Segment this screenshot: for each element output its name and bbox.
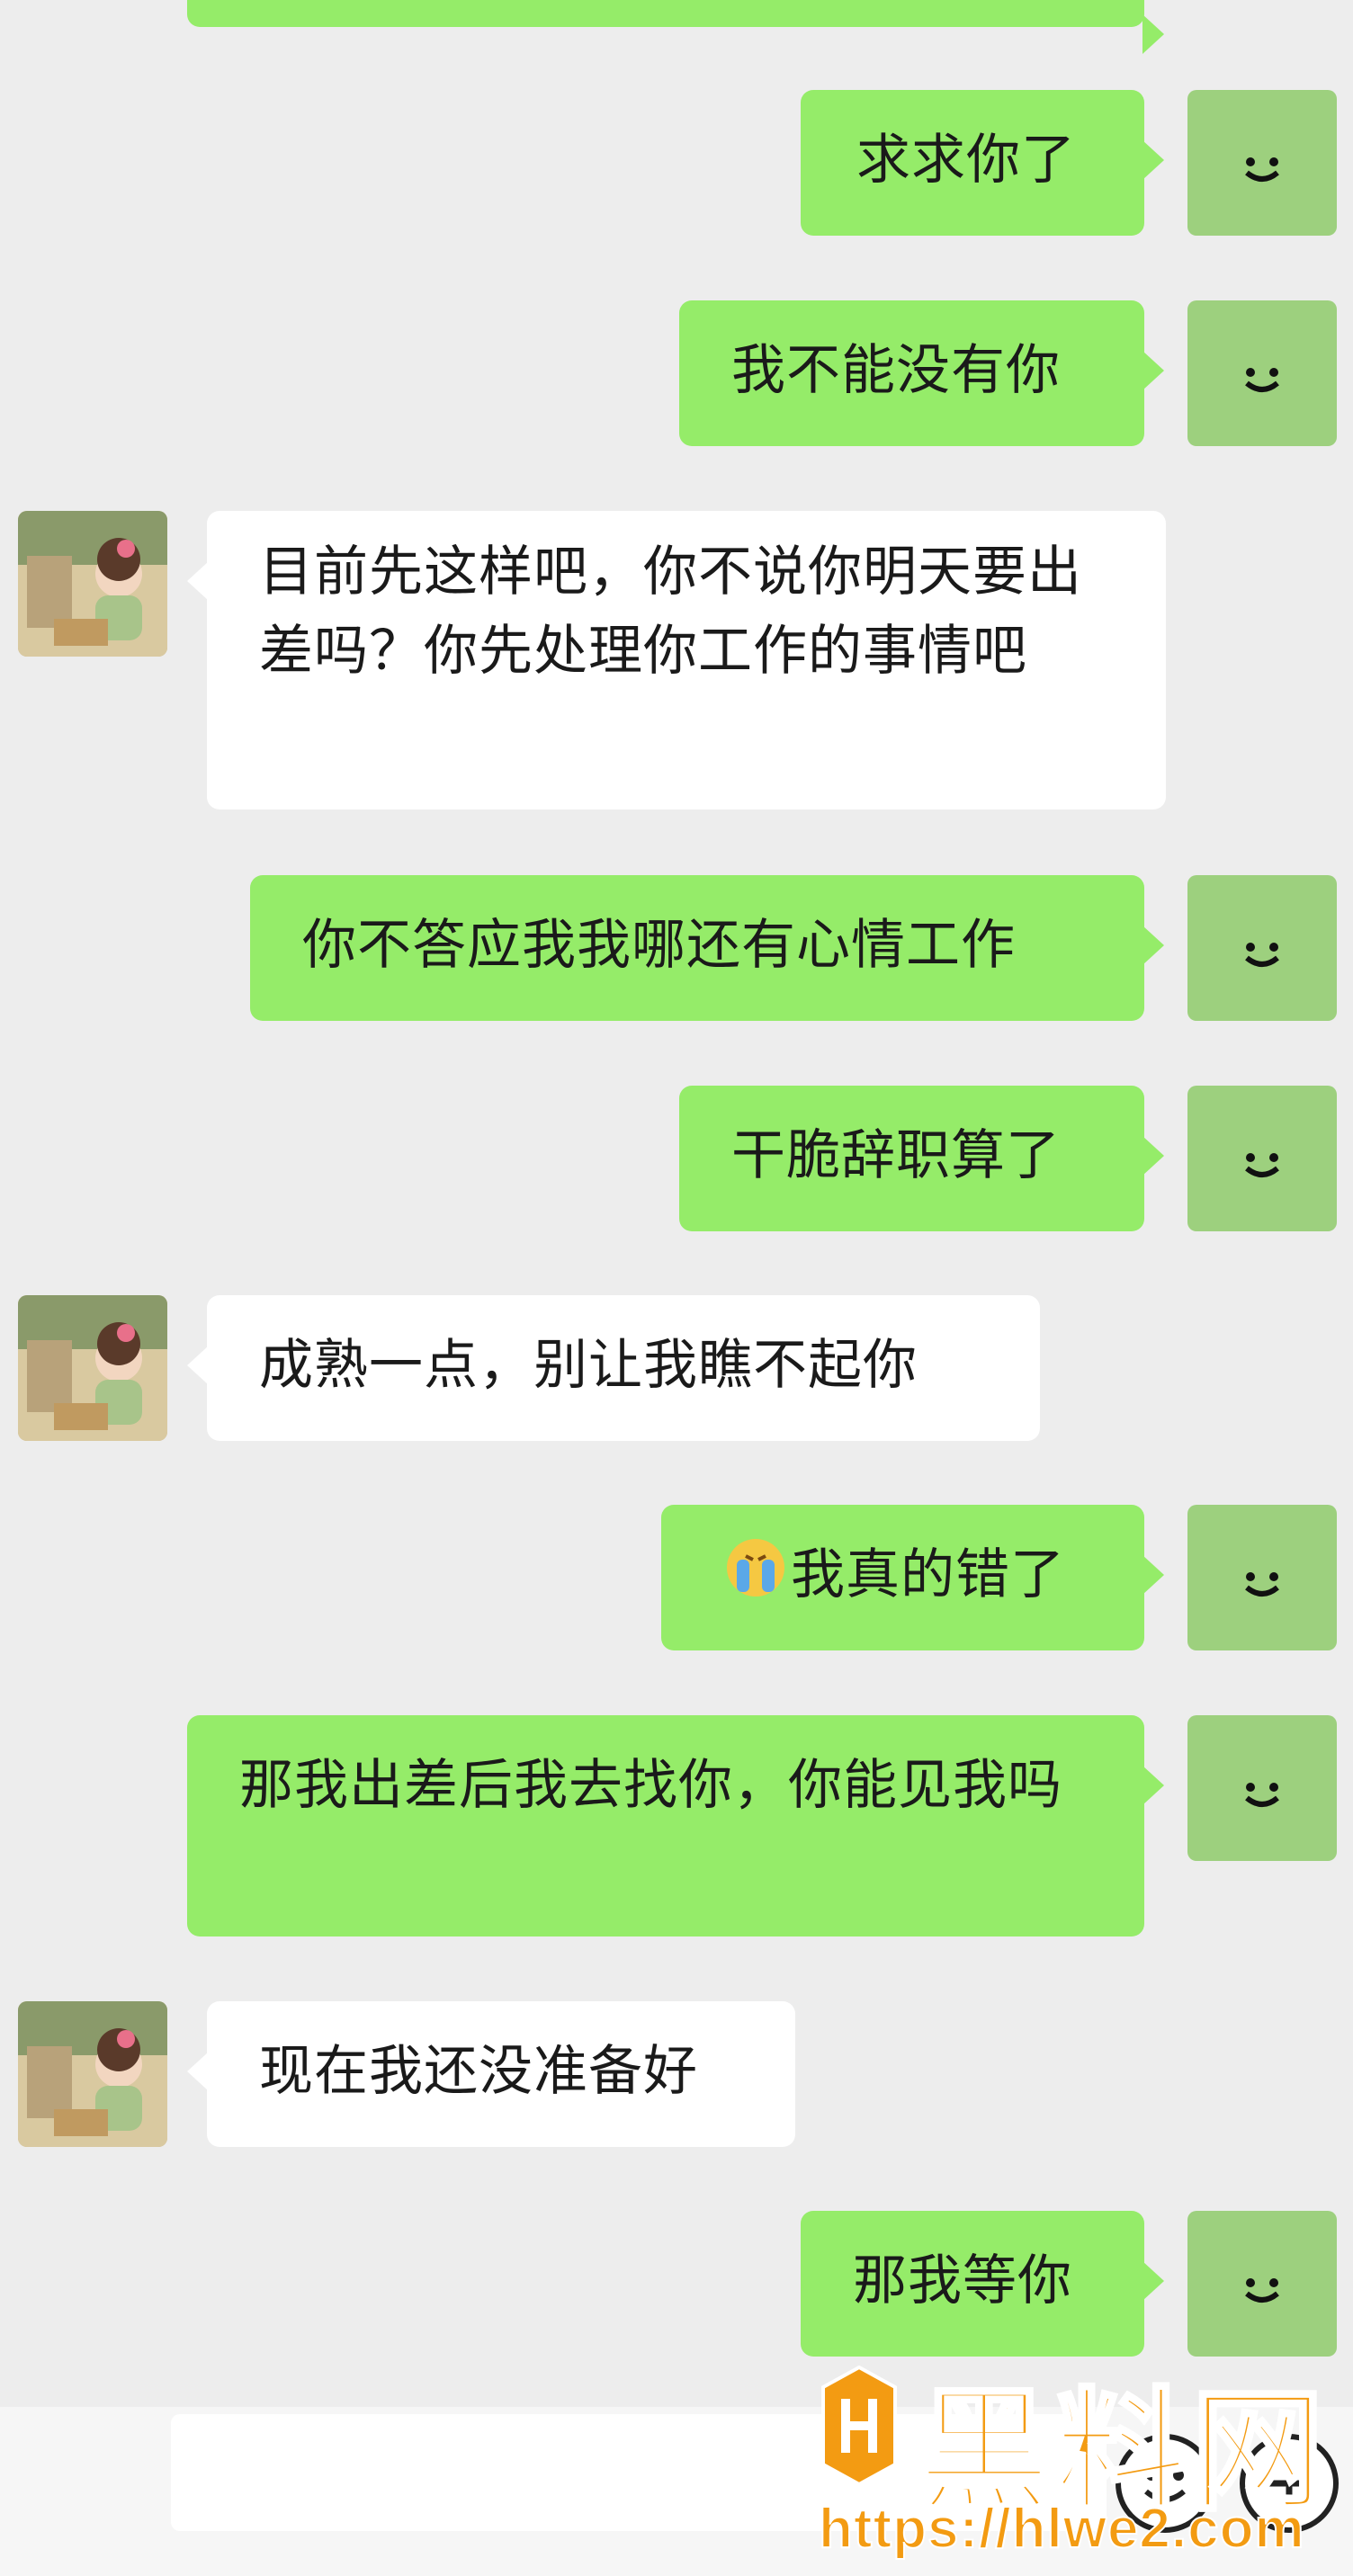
message-bubble-sent[interactable]: 干脆辞职算了 <box>679 1086 1164 1231</box>
message-text: 成熟一点，别让我瞧不起你 <box>259 1335 918 1395</box>
message-text: 你不答应我我哪还有心情工作 <box>302 915 1016 975</box>
self-avatar[interactable] <box>1187 300 1337 446</box>
watermark-url: https://hlwe2.com <box>818 2497 1305 2561</box>
message-bubble-sent[interactable]: 你不答应我我哪还有心情工作 <box>250 875 1164 1021</box>
message-bubble-sent[interactable]: 那我等你 <box>801 2211 1164 2357</box>
message-text: 求求你了 <box>856 130 1076 190</box>
self-avatar[interactable] <box>1187 2211 1337 2357</box>
smiley-avatar-icon <box>1245 1783 1279 1807</box>
message-text: 现在我还没准备好 <box>259 2041 698 2101</box>
message-bubble-sent[interactable]: 我不能没有你 <box>679 300 1164 446</box>
message-text: 我真的错了 <box>791 1544 1065 1605</box>
contact-avatar[interactable] <box>18 511 167 657</box>
smiley-avatar-icon <box>1245 1572 1279 1597</box>
cartoon-girl-avatar-icon <box>18 1295 167 1441</box>
message-bubble-sent[interactable]: 我真的错了 <box>661 1505 1164 1650</box>
self-avatar[interactable] <box>1187 1715 1337 1861</box>
message-text: 我不能没有你 <box>731 340 1061 400</box>
smiley-avatar-icon <box>1245 157 1279 182</box>
smiley-avatar-icon <box>1245 368 1279 392</box>
contact-avatar[interactable] <box>18 1295 167 1441</box>
self-avatar[interactable] <box>1187 1505 1337 1650</box>
message-text: 那我出差后我去找你，你能见我吗 <box>239 1755 1062 1815</box>
message-text: 那我等你 <box>853 2250 1072 2311</box>
crying-emoji-icon <box>724 1536 787 1621</box>
smiley-avatar-icon <box>1245 943 1279 967</box>
message-bubble-sent[interactable]: 那我出差后我去找你，你能见我吗 <box>187 1715 1164 1936</box>
message-text: 目前先这样吧，你不说你明天要出差吗？你先处理你工作的事情吧 <box>259 541 1082 681</box>
cartoon-girl-avatar-icon <box>18 511 167 657</box>
smiley-avatar-icon <box>1245 2278 1279 2303</box>
self-avatar[interactable] <box>1187 1086 1337 1231</box>
message-text: 干脆辞职算了 <box>731 1125 1061 1185</box>
self-avatar[interactable] <box>1187 90 1337 236</box>
message-bubble-received[interactable]: 目前先这样吧，你不说你明天要出差吗？你先处理你工作的事情吧 <box>187 511 1166 809</box>
message-bubble-received[interactable]: 成熟一点，别让我瞧不起你 <box>187 1295 1040 1441</box>
contact-avatar[interactable] <box>18 2001 167 2147</box>
watermark-logo-icon <box>805 2358 913 2498</box>
message-bubble-received[interactable]: 现在我还没准备好 <box>187 2001 795 2147</box>
message-bubble-sent[interactable]: 求求你了 <box>801 90 1164 236</box>
smiley-avatar-icon <box>1245 1153 1279 1177</box>
self-avatar[interactable] <box>1187 875 1337 1021</box>
cartoon-girl-avatar-icon <box>18 2001 167 2147</box>
message-bubble-partial[interactable] <box>187 0 1164 54</box>
